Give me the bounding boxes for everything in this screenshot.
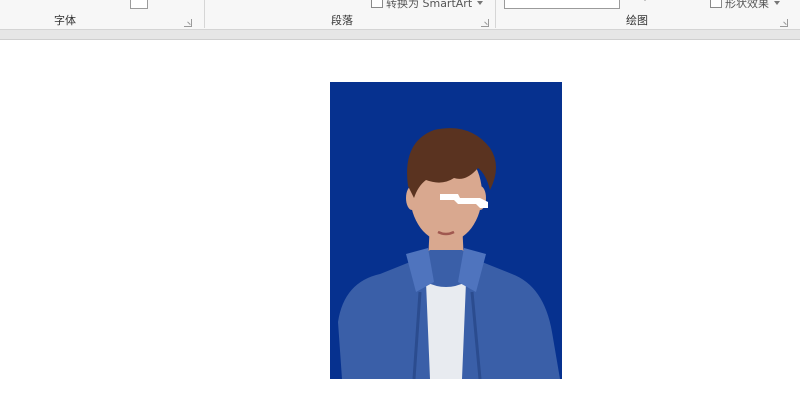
ribbon: 字体 转换为 SmartArt 段落 形状效果 绘图 <box>0 0 800 30</box>
portrait-illustration <box>330 82 562 379</box>
shape-gallery[interactable] <box>504 0 616 9</box>
font-option-box[interactable] <box>130 0 148 9</box>
portrait-photo[interactable] <box>330 82 562 379</box>
paragraph-dialog-launcher-icon[interactable] <box>481 19 489 27</box>
ribbon-group-font: 字体 <box>0 0 204 30</box>
convert-smartart-button[interactable]: 转换为 SmartArt <box>371 0 484 11</box>
drawing-dialog-launcher-icon[interactable] <box>780 19 788 27</box>
undershirt <box>426 282 466 379</box>
smartart-icon <box>371 0 383 8</box>
shape-effects-icon <box>710 0 722 8</box>
ribbon-bottom-strip <box>0 30 800 40</box>
font-dialog-launcher-icon[interactable] <box>184 19 192 27</box>
shape-arrange-chevron[interactable] <box>640 0 648 1</box>
drawing-group-label: 绘图 <box>626 14 648 27</box>
ribbon-group-drawing: 形状效果 绘图 <box>496 0 800 30</box>
chevron-down-icon <box>477 1 484 5</box>
gallery-scroll[interactable] <box>608 0 620 9</box>
shape-effects-button[interactable]: 形状效果 <box>710 0 780 11</box>
paragraph-group-label: 段落 <box>331 14 353 27</box>
chevron-down-icon <box>774 1 780 5</box>
ribbon-group-paragraph: 转换为 SmartArt 段落 <box>205 0 495 30</box>
chevron-down-icon <box>642 0 648 1</box>
convert-smartart-label: 转换为 SmartArt <box>386 0 473 10</box>
shape-effects-label: 形状效果 <box>725 0 769 10</box>
font-group-label: 字体 <box>54 14 76 27</box>
